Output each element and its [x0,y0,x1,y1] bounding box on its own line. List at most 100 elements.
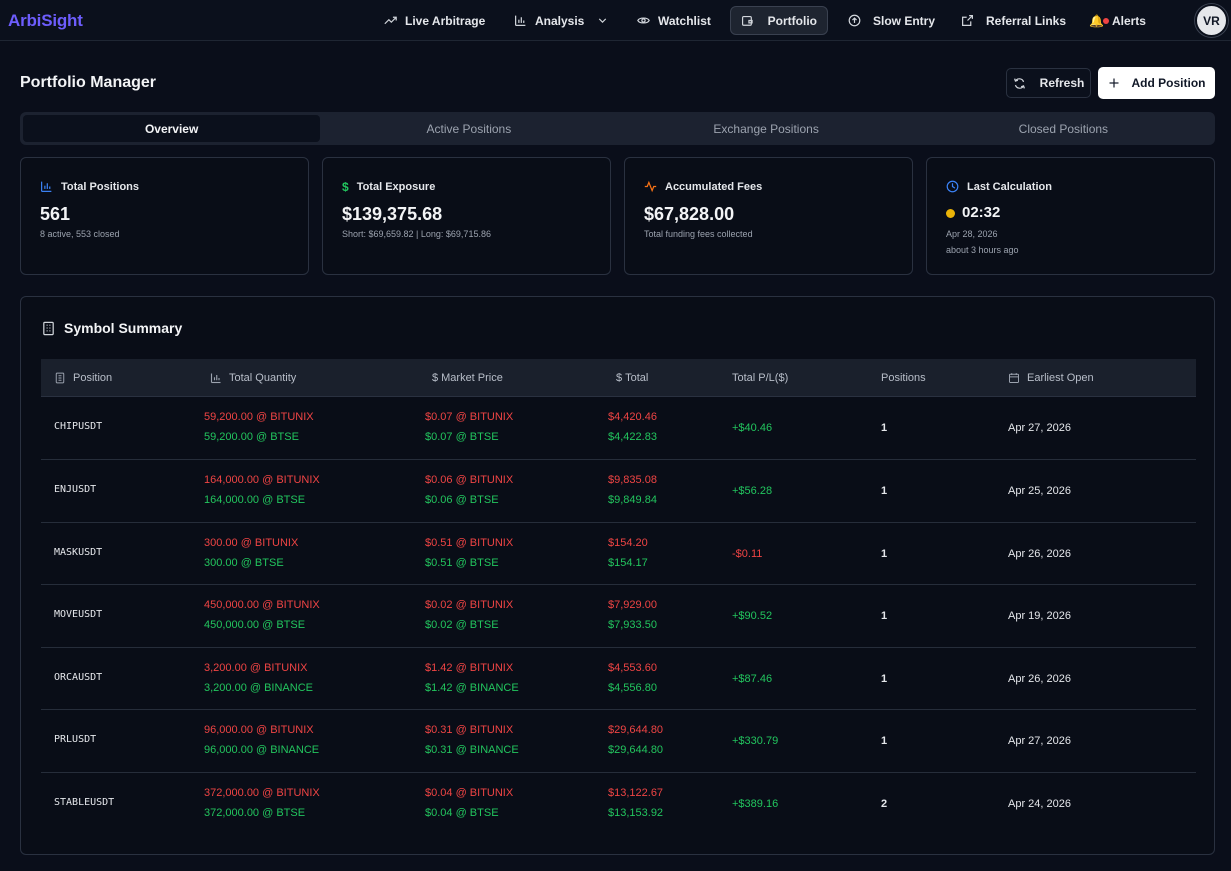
quantity-short: 96,000.00 @ BITUNIX [204,724,314,736]
column-header-positions[interactable]: Positions [881,359,926,397]
symbol-cell: STABLEUSDT [54,797,115,808]
earliest-open-date: Apr 26, 2026 [1008,548,1071,560]
nav-analysis[interactable]: Analysis [504,6,619,35]
plus-icon [1109,78,1118,88]
nav-label: Alerts [1111,13,1146,28]
user-avatar[interactable]: VR [1195,4,1228,37]
bar-chart-icon [515,15,526,26]
table-row[interactable]: MASKUSDT 300.00 @ BITUNIX 300.00 @ BTSE $0.… [41,523,1196,585]
total-short: $4,553.60 [608,662,657,674]
pl-value: +$40.46 [732,422,773,434]
nav-label: Live Arbitrage [405,13,486,28]
price-long: $0.31 @ BINANCE [425,744,519,756]
quantity-short: 59,200.00 @ BITUNIX [204,411,314,423]
table-row[interactable]: CHIPUSDT 59,200.00 @ BITUNIX 59,200.00 @ B… [41,397,1196,460]
price-long: $0.04 @ BTSE [425,807,499,819]
nav-label: Analysis [535,13,585,28]
status-dot [946,208,955,218]
table-row[interactable]: ORCAUSDT 3,200.00 @ BITUNIX 3,200.00 @ BIN… [41,648,1196,710]
total-long: $4,422.83 [608,431,657,443]
nav-slow-entry[interactable]: Slow Entry [838,6,945,35]
tab-active-positions[interactable]: Active Positions [320,115,617,142]
column-header-position[interactable]: Position [54,359,112,397]
tab-overview[interactable]: Overview [23,115,321,142]
top-nav: ArbiSight Live Arbitrage Analysis Watchl… [0,0,1231,41]
nav-label: Slow Entry [873,13,936,28]
table-header: Position Total Quantity $ Market Price $… [41,359,1196,397]
total-long: $4,556.80 [608,682,657,694]
price-short: $0.04 @ BITUNIX [425,787,514,799]
column-header-market-price[interactable]: $ Market Price [432,359,503,397]
column-label: Position [73,372,113,384]
card-value: 561 [40,204,71,224]
column-label: Positions [881,372,926,384]
price-short: $0.07 @ BITUNIX [425,411,514,423]
card-label: Total Positions [61,180,140,193]
nav-label: Referral Links [986,13,1067,28]
nav-watchlist[interactable]: Watchlist [627,6,721,35]
card-subtext: Short: $69,659.82 | Long: $69,715.86 [342,229,491,239]
quantity-short: 164,000.00 @ BITUNIX [204,474,320,486]
card-value: $139,375.68 [342,204,443,224]
quantity-short: 300.00 @ BITUNIX [204,537,299,549]
alert-indicator [1103,17,1109,24]
nav-alerts[interactable]: 🔔 Alerts [1079,6,1156,35]
column-label: Earliest Open [1027,372,1094,384]
tab-exchange-positions[interactable]: Exchange Positions [618,115,915,142]
positions-count: 2 [881,798,888,810]
column-header-total-quantity[interactable]: Total Quantity [210,359,296,397]
bar-chart-icon [41,181,52,192]
total-short: $7,929.00 [608,599,657,611]
column-label: Total Quantity [229,372,297,384]
app-logo[interactable]: ArbiSight [8,11,83,31]
dollar-icon: $ [616,372,623,384]
nav-portfolio[interactable]: Portfolio [730,6,828,35]
refresh-button[interactable]: Refresh [1006,68,1091,98]
price-long: $0.02 @ BTSE [425,619,499,631]
symbol-cell: CHIPUSDT [54,421,103,432]
add-position-button[interactable]: Add Position [1098,67,1215,99]
card-header: $ Total Exposure [342,180,435,194]
total-long: $29,644.80 [608,744,664,756]
price-long: $0.06 @ BTSE [425,494,499,506]
card-header: Accumulated Fees [644,180,762,193]
column-header-total-pl[interactable]: Total P/L($) [732,359,788,397]
nav-referral-links[interactable]: Referral Links [951,6,1076,35]
card-label: Total Exposure [356,181,436,193]
bell-icon: 🔔 [1089,14,1109,28]
table-row[interactable]: ENJUSDT 164,000.00 @ BITUNIX 164,000.00 @ … [41,460,1196,523]
nav-live-arbitrage[interactable]: Live Arbitrage [374,6,495,35]
earliest-open-date: Apr 25, 2026 [1008,485,1071,497]
total-short: $9,835.08 [608,474,657,486]
price-short: $0.31 @ BITUNIX [425,724,514,736]
column-header-earliest-open[interactable]: Earliest Open [1008,359,1094,397]
positions-count: 1 [881,735,888,747]
column-header-total[interactable]: $ Total [616,359,648,397]
card-subtext: Apr 28, 2026 [946,229,998,239]
calendar-icon [1009,373,1019,383]
refresh-label: Refresh [1039,76,1085,90]
refresh-icon [1013,77,1025,89]
building-icon [55,372,65,384]
table-row[interactable]: PRLUSDT 96,000.00 @ BITUNIX 96,000.00 @ BI… [41,710,1196,773]
quantity-short: 372,000.00 @ BITUNIX [204,787,320,799]
price-long: $1.42 @ BINANCE [425,682,519,694]
price-short: $1.42 @ BITUNIX [425,662,514,674]
table-row[interactable]: MOVEUSDT 450,000.00 @ BITUNIX 450,000.00 @… [41,585,1196,648]
wallet-icon [741,15,753,26]
symbol-cell: MASKUSDT [54,547,103,558]
column-label: Market Price [441,372,503,384]
column-label: Total P/L($) [732,372,789,384]
nav-label: Watchlist [658,13,711,28]
activity-icon [644,180,657,193]
tab-closed-positions[interactable]: Closed Positions [915,115,1212,142]
card-value: 02:32 [962,204,1001,221]
total-long: $7,933.50 [608,619,657,631]
eye-icon [637,17,650,24]
price-short: $0.51 @ BITUNIX [425,537,514,549]
total-positions-card: Total Positions 561 8 active, 553 closed [20,157,309,275]
card-subtext-relative: about 3 hours ago [946,245,1019,255]
table-row[interactable]: STABLEUSDT 372,000.00 @ BITUNIX 372,000.00… [41,773,1196,835]
earliest-open-date: Apr 27, 2026 [1008,422,1071,434]
arrow-up-circle-icon [848,14,861,27]
